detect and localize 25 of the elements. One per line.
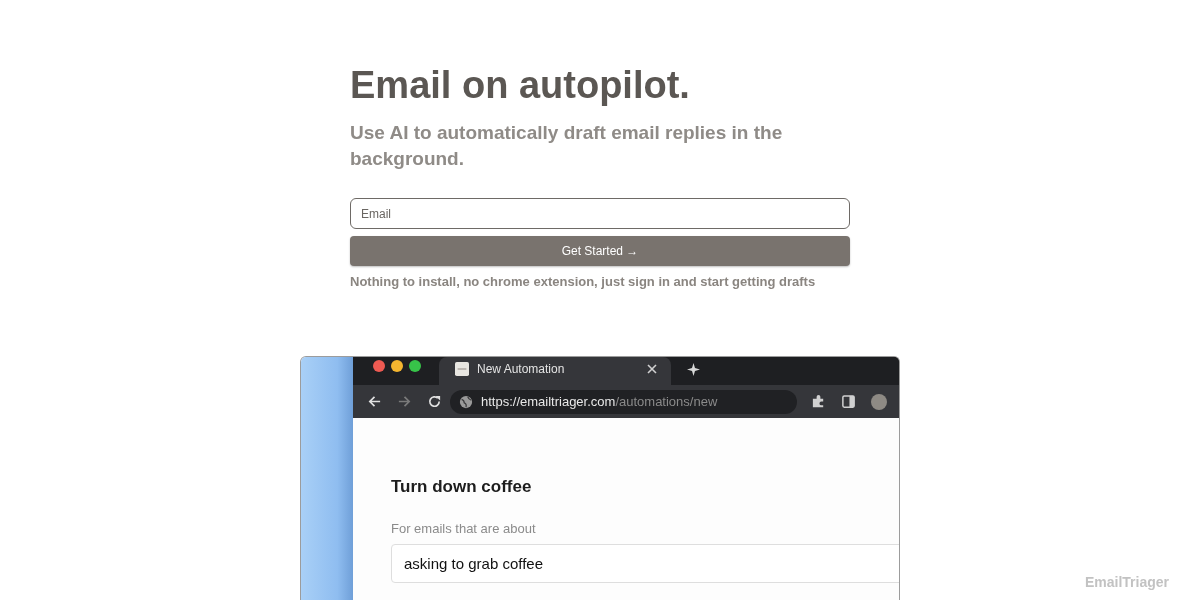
traffic-light-icon[interactable] [409,360,421,372]
url-text: https://emailtriager.com/automations/new [481,394,718,409]
subheadline: Use AI to automatically draft email replies in the background. [350,121,784,171]
profile-avatar[interactable] [871,393,887,410]
headline: Email on autopilot. [350,63,690,108]
traffic-light-icon[interactable] [391,360,403,372]
automation-title: Turn down coffee [391,476,532,498]
signup-note: Nothing to install, no chrome extension, just sign in and start getting drafts [350,274,816,290]
address-bar[interactable]: https://emailtriager.com/automations/new [450,389,797,414]
traffic-light-icon[interactable] [373,360,385,372]
close-icon[interactable] [647,364,657,374]
browser-tab[interactable]: New Automation [439,357,671,385]
topic-input[interactable]: asking to grab coffee [391,544,899,583]
get-started-button[interactable]: Get Started → [350,236,850,266]
globe-icon [459,394,473,409]
favicon-icon [455,362,469,376]
tab-title: New Automation [477,362,566,376]
email-field[interactable]: Email [350,198,850,229]
forward-arrow-icon[interactable] [397,394,412,409]
back-arrow-icon[interactable] [367,394,382,409]
puzzle-icon[interactable] [811,394,826,409]
sparkle-icon[interactable] [687,362,700,376]
reload-icon[interactable] [427,394,442,409]
field-label: For emails that are about [391,521,536,537]
sidebar-icon[interactable] [841,394,856,409]
